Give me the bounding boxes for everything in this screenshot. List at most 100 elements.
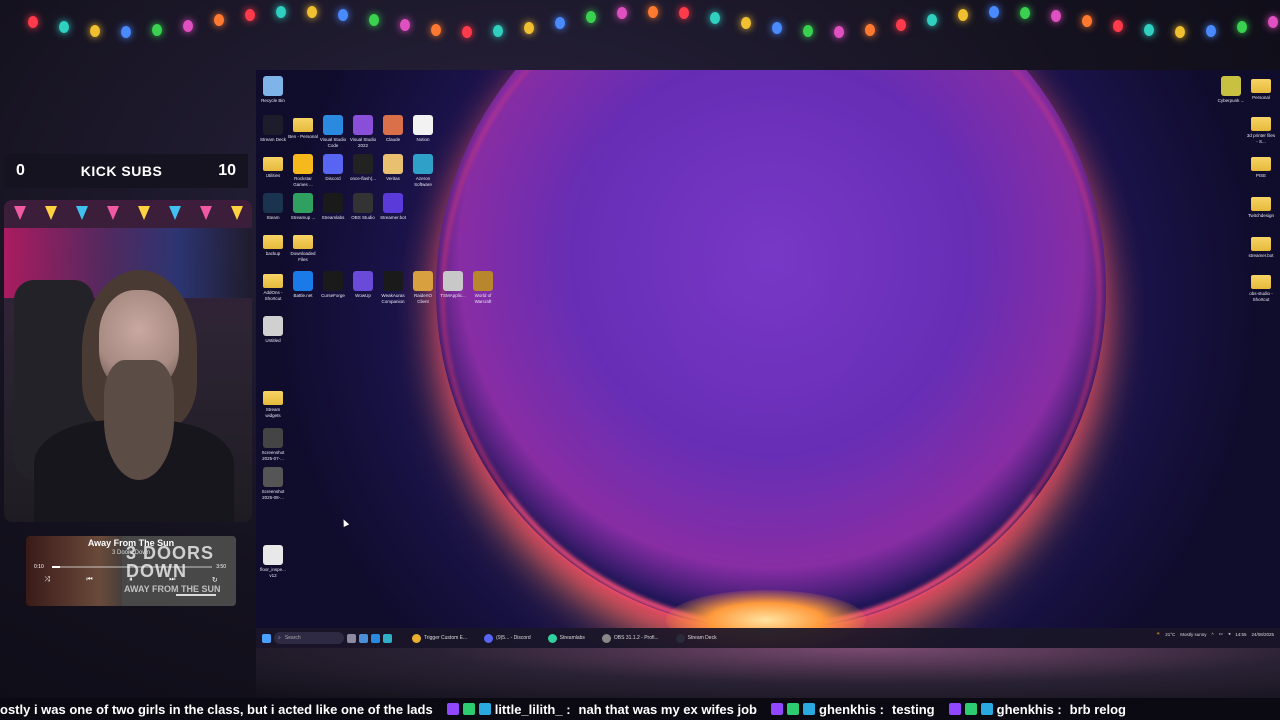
- start-button-icon[interactable]: [262, 633, 271, 643]
- taskbar-app-label: Streamlabs: [559, 635, 585, 641]
- weather-temp[interactable]: 21°C: [1165, 632, 1175, 637]
- desktop-icon[interactable]: Claude: [378, 115, 408, 143]
- desktop-icon-label: WeakAuras Companion: [381, 293, 405, 304]
- screenshot-icon: [263, 467, 283, 487]
- desktop-icon[interactable]: Discord: [318, 154, 348, 182]
- desktop-icon[interactable]: Azeron Software: [408, 154, 438, 188]
- desktop-icon[interactable]: CurseForge: [318, 271, 348, 299]
- next-icon[interactable]: ⏭: [169, 576, 175, 584]
- desktop-icon[interactable]: streamer.bot: [1246, 234, 1276, 259]
- desktop-icon[interactable]: WowUp: [348, 271, 378, 299]
- search-placeholder: Search: [284, 635, 301, 641]
- light-bulb: [462, 26, 472, 38]
- desktop-icon[interactable]: TSMApplic...: [438, 271, 468, 299]
- desktop-icon[interactable]: Stream Deck: [258, 115, 288, 143]
- desktop-icon-label: once-flash(...: [349, 176, 376, 181]
- kick-subs-widget: 0 KICK SUBS 10: [4, 154, 248, 188]
- chat-message: ghenkhis : brb relog: [948, 702, 1126, 717]
- edge-icon[interactable]: [383, 633, 392, 643]
- desktop-icon[interactable]: OBS Studio: [348, 193, 378, 221]
- volume-icon[interactable]: ◂: [1228, 631, 1230, 637]
- desktop-icon[interactable]: Streamlabs: [318, 193, 348, 221]
- volume-slider[interactable]: [176, 594, 216, 596]
- desktop-icon[interactable]: 3d printer files - S...: [1246, 114, 1276, 145]
- light-bulb: [524, 22, 534, 34]
- track-progress-bar[interactable]: [52, 566, 212, 568]
- desktop-icon[interactable]: Streamup ...: [288, 193, 318, 221]
- twitchdesign-folder-icon: [1251, 197, 1271, 211]
- desktop-icon[interactable]: Visual Studio 2022: [348, 115, 378, 149]
- sub-badge-icon: [803, 703, 815, 715]
- desktop-icon[interactable]: Rockstar Games ...: [288, 154, 318, 188]
- curseforge-icon: [323, 271, 343, 291]
- desktop-icon-label: Rockstar Games ...: [293, 176, 313, 187]
- desktop-icon[interactable]: once-flash(...: [348, 154, 378, 182]
- taskbar: ⌕ Search Trigger Custom E... (9)5... - Di…: [256, 628, 1280, 648]
- desktop-icon[interactable]: Twitchdesign: [1246, 194, 1276, 219]
- light-bulb: [245, 9, 255, 21]
- desktop-icon[interactable]: RaiderIO Client: [408, 271, 438, 305]
- taskbar-app[interactable]: Trigger Custom E...: [412, 633, 467, 643]
- desktop-icon[interactable]: Streamer.bot: [378, 193, 408, 221]
- repeat-icon[interactable]: ↻: [212, 576, 218, 584]
- light-bulb: [555, 17, 565, 29]
- stream-deck-icon: [675, 633, 685, 643]
- light-bulb: [1113, 20, 1123, 32]
- desktop-icon[interactable]: Cyberpunk ...: [1216, 76, 1246, 104]
- desktop-icon[interactable]: Screenshot 2025-07-...: [258, 428, 288, 462]
- taskbar-app[interactable]: OBS 31.1.2 - Profi...: [601, 633, 659, 643]
- vscode-taskbar-icon[interactable]: [371, 633, 380, 643]
- utilities-folder-icon: [263, 157, 283, 171]
- pise-folder-icon: [1251, 157, 1271, 171]
- light-bulb: [1268, 16, 1278, 28]
- taskbar-app[interactable]: (9)5... - Discord: [484, 633, 531, 643]
- desktop-icon[interactable]: Steam: [258, 193, 288, 221]
- tray-chevron-icon[interactable]: ^: [1212, 632, 1214, 637]
- desktop-icon-label: RaiderIO Client: [413, 293, 432, 304]
- desktop-icon[interactable]: WeakAuras Companion: [378, 271, 408, 305]
- desktop-icon[interactable]: Visual Studio Code: [318, 115, 348, 149]
- desktop-icon[interactable]: obs-studio - Shortcut: [1246, 272, 1276, 303]
- pause-icon[interactable]: ⏸: [129, 576, 133, 584]
- desktop-icon-label: AddOns - Shortcut: [263, 290, 283, 301]
- desktop-icon[interactable]: Utilities: [258, 154, 288, 179]
- desktop-icon[interactable]: Screenshot 2025-08-...: [258, 467, 288, 501]
- claude-icon: [383, 115, 403, 135]
- task-view-icon[interactable]: [347, 633, 356, 643]
- clock-date[interactable]: 24/08/2025: [1251, 632, 1274, 637]
- desktop-icon[interactable]: Notion: [408, 115, 438, 143]
- desktop-icon[interactable]: Downloaded Files: [288, 232, 318, 263]
- desktop-icon[interactable]: Recycle Bin: [258, 76, 288, 104]
- desktop-icon[interactable]: PISE: [1246, 154, 1276, 179]
- untitled-icon: [263, 316, 283, 336]
- network-icon[interactable]: ▭: [1219, 631, 1223, 637]
- chat-username: ghenkhis :: [819, 701, 885, 717]
- desktop-icon-label: Streamlabs: [321, 215, 345, 220]
- light-bulb: [90, 25, 100, 37]
- desktop-icon[interactable]: floor_inspe... v12: [258, 545, 288, 579]
- shuffle-icon[interactable]: ⤨: [44, 576, 50, 584]
- desktop-icon[interactable]: Untitled: [258, 316, 288, 344]
- desktop-icon[interactable]: Ben - Personal: [288, 115, 318, 140]
- desktop-icon[interactable]: Battle.net: [288, 271, 318, 299]
- desktop-icon-label: Personal: [1252, 95, 1270, 100]
- weather-icon: ☀: [1156, 631, 1161, 636]
- desktop-icon[interactable]: backup: [258, 232, 288, 257]
- desktop-icon-label: Visual Studio Code: [319, 137, 347, 148]
- taskbar-app[interactable]: Stream Deck: [675, 633, 717, 643]
- desktop-icon[interactable]: Stream widgets: [258, 388, 288, 419]
- desktop-icon[interactable]: Personal: [1246, 76, 1276, 101]
- desktop-icon-label: Screenshot 2025-07-...: [261, 450, 285, 461]
- platform-badge-icon: [787, 703, 799, 715]
- taskbar-search[interactable]: ⌕ Search: [274, 632, 344, 644]
- taskbar-app[interactable]: Streamlabs: [547, 633, 585, 643]
- light-bulb: [679, 7, 689, 19]
- previous-icon[interactable]: ⏮: [86, 576, 92, 584]
- file-explorer-icon[interactable]: [359, 633, 368, 643]
- desktop-icon[interactable]: World of Warcraft: [468, 271, 498, 305]
- desktop-icon[interactable]: Veritas: [378, 154, 408, 182]
- light-bulb: [927, 14, 937, 26]
- desktop-icon[interactable]: AddOns - Shortcut: [258, 271, 288, 302]
- desktop-icon-label: Visual Studio 2022: [349, 137, 377, 148]
- clock-time[interactable]: 14:55: [1235, 632, 1246, 637]
